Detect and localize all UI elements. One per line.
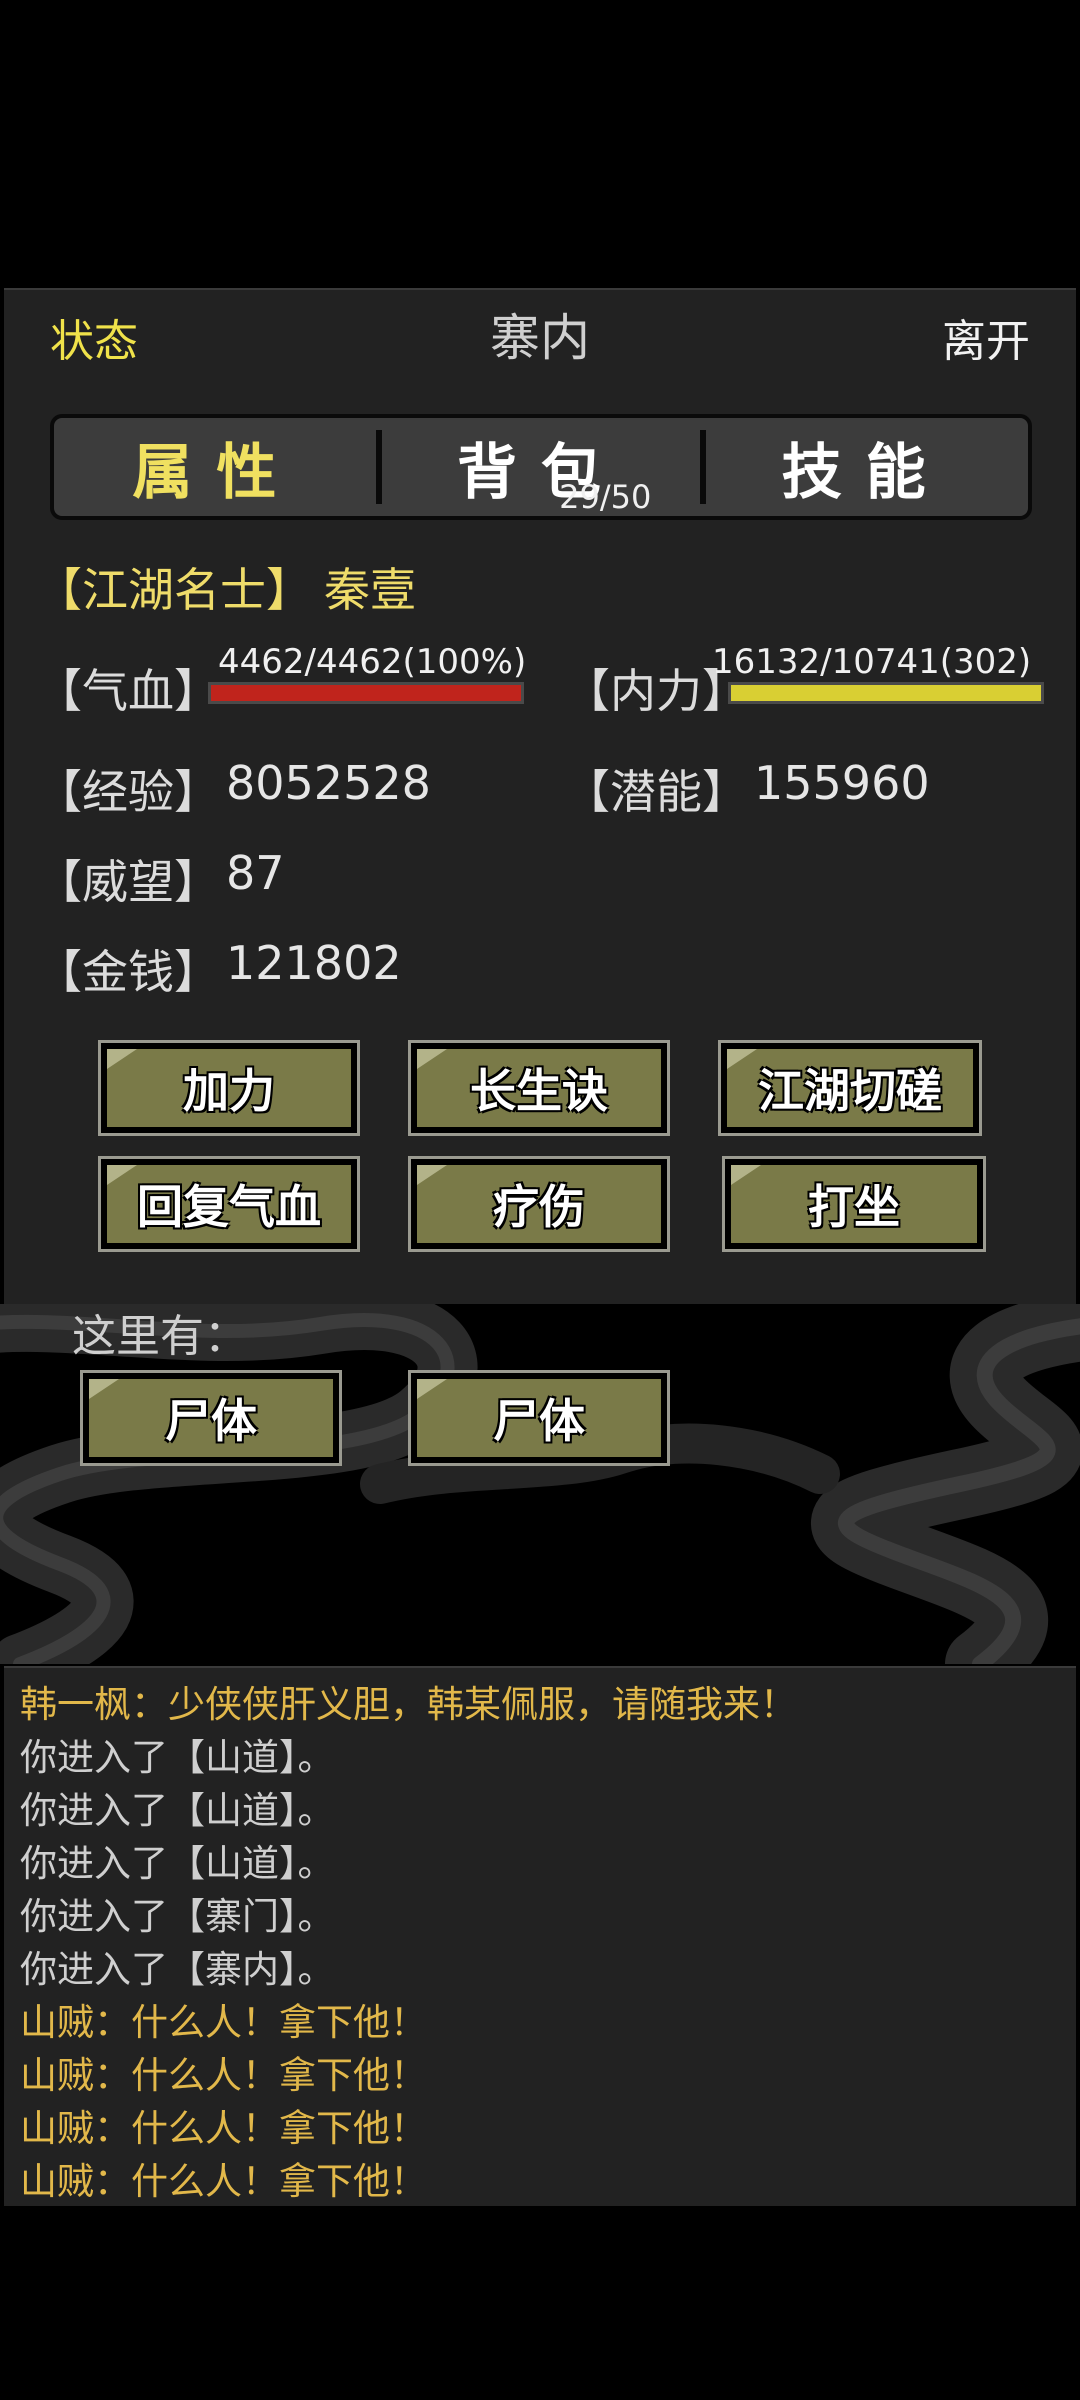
here-label: 这里有： xyxy=(72,1311,248,1362)
tab-inventory[interactable]: 背包 29/50 xyxy=(375,418,704,516)
longevity-skill-button-label: 长生诀 xyxy=(417,1049,661,1127)
log-line: 你进入了【寨内】。 xyxy=(20,1948,335,1991)
meditate-button-label: 打坐 xyxy=(731,1165,977,1243)
corpse-button-1-label: 尸体 xyxy=(89,1379,333,1457)
log-line: 山贼：什么人！拿下他！ xyxy=(20,2107,427,2150)
longevity-skill-button[interactable]: 长生诀 xyxy=(408,1040,670,1136)
log-line: 你进入了【山道】。 xyxy=(20,1789,335,1832)
log-line: 山贼：什么人！拿下他！ xyxy=(20,2160,427,2203)
character-name: 秦壹 xyxy=(324,563,416,617)
heal-button-label: 疗伤 xyxy=(417,1165,661,1243)
log-line: 你进入了【寨门】。 xyxy=(20,1895,335,1938)
potential-value: 155960 xyxy=(754,756,930,810)
leave-button[interactable]: 离开 xyxy=(942,305,1030,369)
message-log[interactable]: 韩一枫：少侠侠肝义胆，韩某佩服，请随我来！ 你进入了【山道】。 你进入了【山道】… xyxy=(4,1666,1076,2206)
log-line: 你进入了【山道】。 xyxy=(20,1736,335,1779)
tab-attributes-label: 属性 xyxy=(132,437,301,508)
mp-value: 16132/10741(302) xyxy=(712,642,1032,682)
heal-button[interactable]: 疗伤 xyxy=(408,1156,670,1252)
hp-label: 【气血】 xyxy=(36,664,220,718)
mp-bar xyxy=(728,682,1044,704)
restore-hp-button-label: 回复气血 xyxy=(107,1165,351,1243)
tab-skills-label: 技能 xyxy=(781,437,950,508)
spar-button-label: 江湖切磋 xyxy=(727,1049,973,1127)
corpse-button-2[interactable]: 尸体 xyxy=(408,1370,670,1466)
hp-bar xyxy=(208,682,524,704)
restore-hp-button[interactable]: 回复气血 xyxy=(98,1156,360,1252)
character-title: 【江湖名士】 xyxy=(36,563,312,617)
exp-value: 8052528 xyxy=(226,756,431,810)
boost-button[interactable]: 加力 xyxy=(98,1040,360,1136)
hp-value: 4462/4462(100%) xyxy=(218,642,527,682)
log-line: 山贼：什么人！拿下他！ xyxy=(20,2001,427,2044)
potential-label: 【潜能】 xyxy=(564,765,748,819)
corpse-button-2-label: 尸体 xyxy=(417,1379,661,1457)
tab-bar: 属性 背包 29/50 技能 xyxy=(50,414,1032,520)
location-title: 寨内 xyxy=(490,309,590,367)
log-line: 韩一枫：少侠侠肝义胆，韩某佩服，请随我来！ xyxy=(20,1683,797,1726)
money-value: 121802 xyxy=(226,936,402,990)
log-line: 你进入了【山道】。 xyxy=(20,1842,335,1885)
prestige-label: 【威望】 xyxy=(36,855,220,909)
prestige-value: 87 xyxy=(226,846,285,900)
mp-bar-fill xyxy=(731,685,1041,701)
tab-attributes[interactable]: 属性 xyxy=(54,418,379,516)
spar-button[interactable]: 江湖切磋 xyxy=(718,1040,982,1136)
exp-label: 【经验】 xyxy=(36,765,220,819)
meditate-button[interactable]: 打坐 xyxy=(722,1156,986,1252)
boost-button-label: 加力 xyxy=(107,1049,351,1127)
money-label: 【金钱】 xyxy=(36,945,220,999)
corpse-button-1[interactable]: 尸体 xyxy=(80,1370,342,1466)
log-line: 山贼：什么人！拿下他！ xyxy=(20,2054,427,2097)
inventory-count: 29/50 xyxy=(559,478,652,516)
hp-bar-fill xyxy=(211,685,521,701)
tab-skills[interactable]: 技能 xyxy=(700,418,1028,516)
